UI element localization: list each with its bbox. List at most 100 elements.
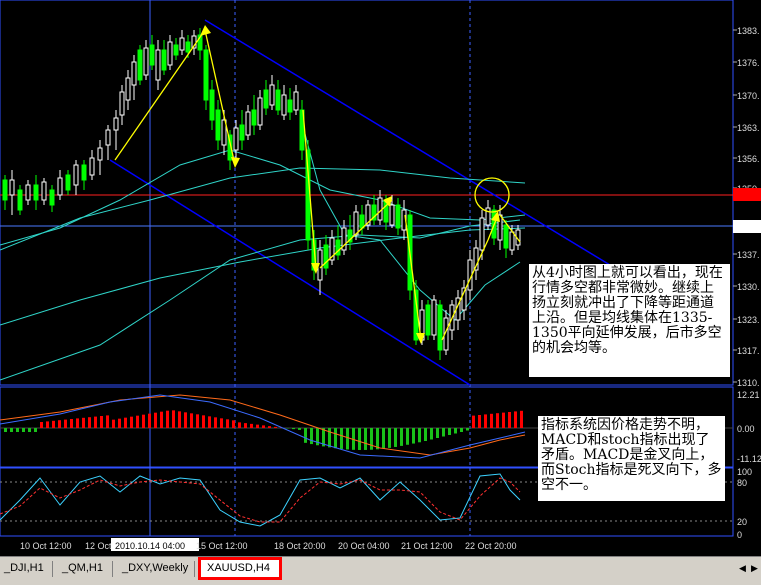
candle-body [264,90,268,108]
macd-bar [124,418,127,428]
macd-bar [244,423,247,428]
macd-bar [178,411,181,428]
candle-body [3,180,7,200]
price-tick-label: 1310. [737,378,760,388]
macd-bar [490,414,493,428]
candle-body [282,95,286,115]
macd-bar [16,428,19,432]
macd-bar [472,416,475,428]
macd-bar [148,414,151,428]
candle-body [162,50,166,70]
current-price-box [733,220,761,233]
macd-bar [202,415,205,428]
macd-bar [448,428,451,435]
candle-body [150,45,154,65]
macd-bar [142,415,145,428]
macd-bar [220,418,223,428]
tab-dxy-weekly[interactable]: _DXY,Weekly [116,560,194,577]
candle-body [252,110,256,125]
tab-dji-h1[interactable]: _DJI,H1 [0,560,50,577]
macd-axis: 12.210.00-11.12 [737,390,761,464]
macd-bar [100,416,103,428]
macd-bar [430,428,433,440]
candle-body [294,92,298,110]
time-tick-label: 2010.10.14 04:00 [115,541,185,551]
macd-bar [82,418,85,428]
macd-bar [424,428,427,441]
time-tick-label: 22 Oct 20:00 [465,541,517,551]
candle-body [126,78,130,100]
candle-body [240,125,244,140]
candle-body [216,110,220,140]
macd-bar [514,411,517,428]
macd-bar [172,410,175,428]
macd-bar [250,424,253,428]
macd-bar [382,428,385,449]
candle-body [180,38,184,50]
tab-xauusd-h4[interactable]: XAUUSD,H4 [201,560,279,577]
candle-body [132,62,136,85]
macd-bar [460,428,463,432]
candle-body [66,175,70,190]
candle-body [138,50,142,80]
macd-bar [52,421,55,428]
candle-body [26,185,30,200]
macd-bar [418,428,421,442]
macd-bar [496,413,499,428]
candle-body [438,305,442,350]
tab-separator [194,561,195,577]
candle-body [120,92,124,115]
macd-bar [442,428,445,437]
macd-bar [40,422,43,428]
tab-qm-h1[interactable]: _QM,H1 [56,560,109,577]
candle-body [510,232,514,250]
macd-bar [88,417,91,428]
candle-body [174,45,178,55]
macd-bar [520,411,523,428]
macd-bar [70,419,73,428]
candle-body [480,218,484,250]
candle-body [58,178,62,195]
macd-bar [34,428,37,432]
macd-bar [502,413,505,428]
stoch-tick-label: 80 [737,478,747,488]
macd-bar [328,428,331,447]
tab-separator [52,561,53,577]
macd-bar [334,428,337,448]
scroll-left-icon[interactable]: ◀ [737,561,748,575]
candle-body [50,190,54,205]
candle-body [106,130,110,145]
macd-bar [256,425,259,428]
candle-body [426,305,430,335]
price-tick-label: 1370. [737,91,760,101]
macd-bar [508,412,511,428]
macd-bar [400,428,403,446]
analysis-note-price: 从4小时图上就可以看出，现在行情多空都非常微妙。继续上扬立刻就冲出了下降等距通道… [529,264,730,377]
macd-bar [214,417,217,428]
macd-bar [118,419,121,428]
macd-bar [10,428,13,432]
price-tick-label: 1323. [737,315,760,325]
candle-body [82,165,86,180]
macd-bar [346,428,349,449]
macd-bar [478,415,481,428]
macd-bar [184,412,187,428]
price-tick-label: 1383. [737,26,760,36]
macd-bar [436,428,439,438]
candle-body [246,112,250,135]
macd-bar [64,420,67,428]
macd-bar [208,416,211,428]
macd-bar [370,428,373,450]
analysis-note-indicators: 指标系统因价格走势不明，MACD和stoch指标出现了矛盾。MACD是金叉向上，… [538,416,725,501]
tab-separator [112,561,113,577]
scroll-right-icon[interactable]: ▶ [749,561,760,575]
price-tick-label: 1363. [737,123,760,133]
candle-body [18,190,22,210]
candle-body [354,212,358,235]
time-tick-label: 15 Oct 12:00 [196,541,248,551]
macd-bar [262,425,265,428]
macd-bar [136,416,139,428]
candle-body [156,50,160,80]
macd-bar [388,428,391,448]
macd-bar [376,428,379,449]
